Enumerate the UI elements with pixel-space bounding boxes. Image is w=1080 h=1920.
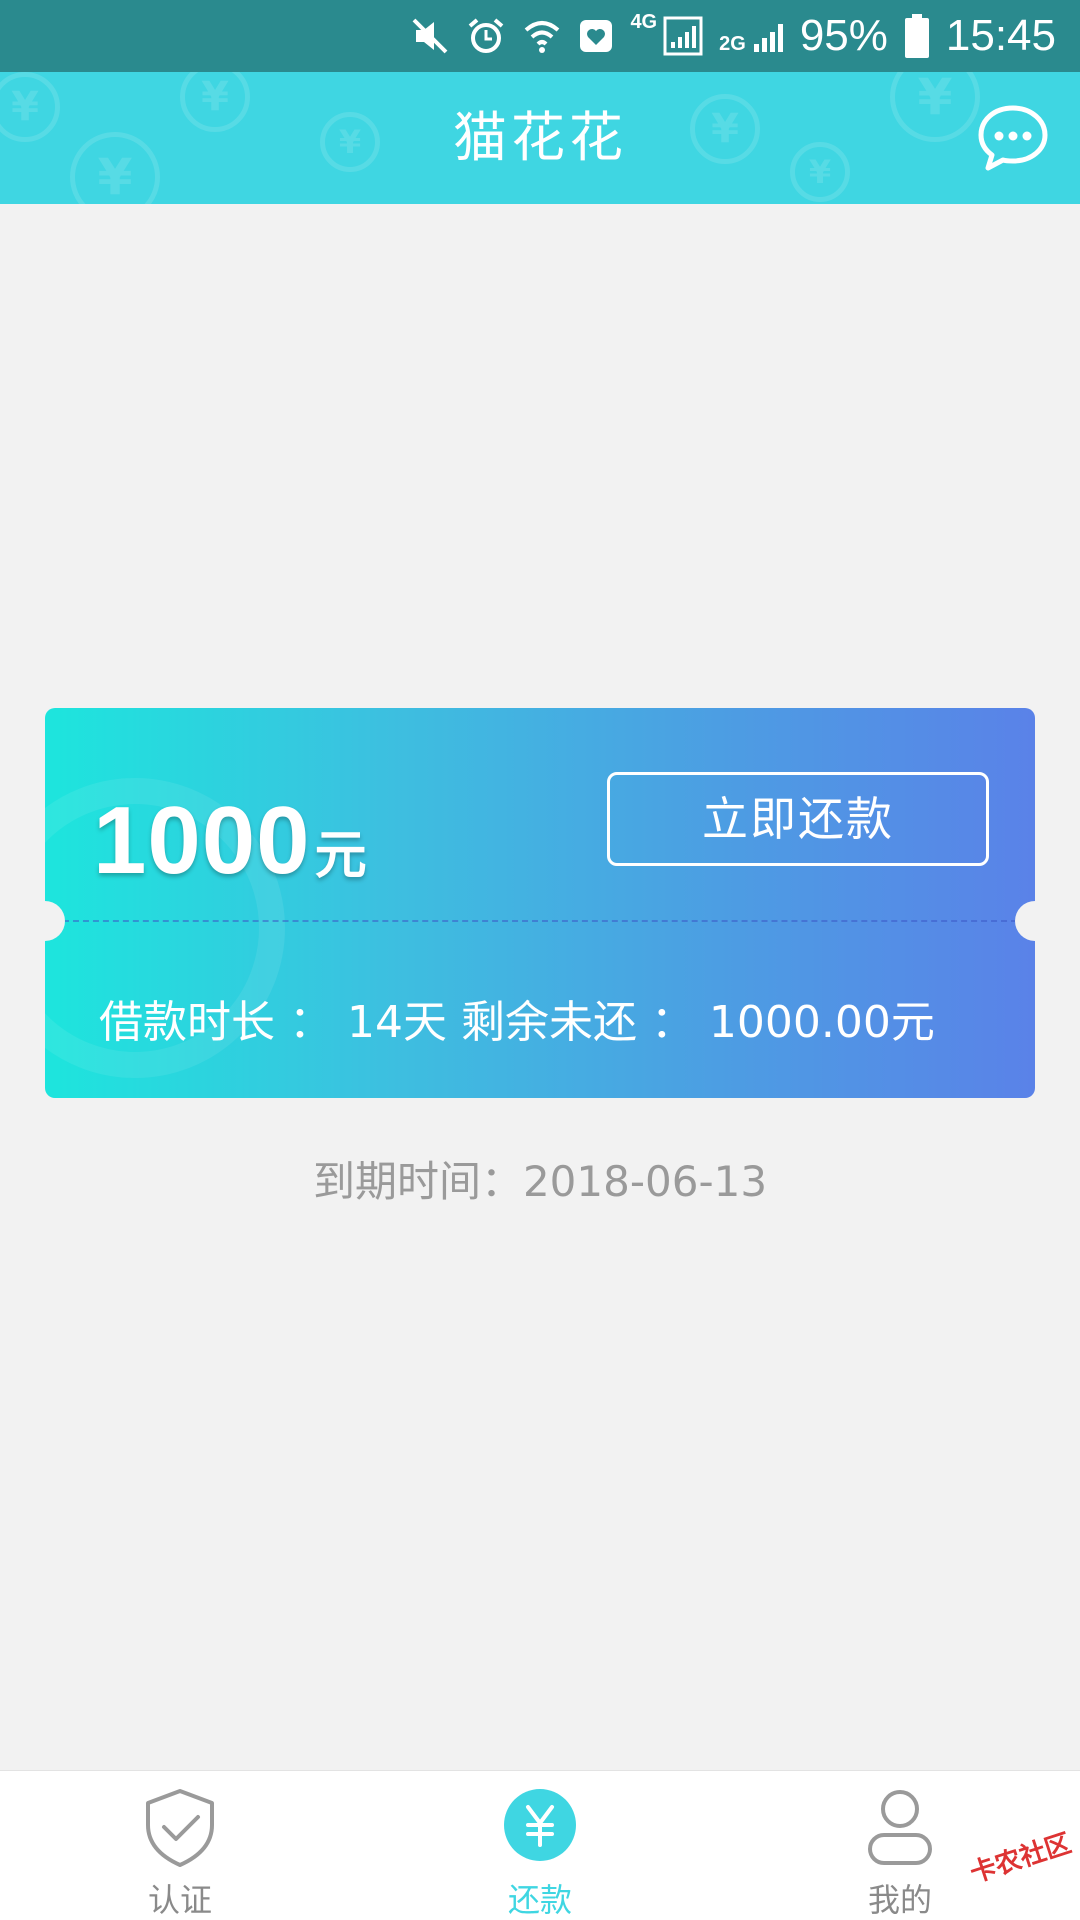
battery-icon: [904, 14, 930, 58]
dashed-divider: [63, 920, 1017, 922]
clock: 15:45: [945, 11, 1056, 60]
nav-item-mine[interactable]: 我的: [800, 1771, 1000, 1920]
network-2g-label: 2G: [719, 32, 746, 55]
loan-amount-value: 1000: [93, 787, 311, 894]
page-title: 猫花花: [453, 106, 627, 169]
signal-2g-icon: [752, 16, 784, 56]
due-date: 到期时间：2018-06-13: [312, 1157, 768, 1206]
shield-check-icon: [146, 1789, 214, 1867]
loan-amount: 1000元: [93, 786, 367, 896]
loan-amount-unit: 元: [314, 827, 367, 885]
mute-icon: [410, 16, 450, 56]
network-4g-label: 4G: [630, 10, 658, 33]
card-notch-right: [1015, 901, 1035, 941]
chat-bubble-icon: [978, 105, 1048, 171]
health-icon: [578, 18, 614, 54]
nav-item-repay[interactable]: 还款: [440, 1771, 640, 1920]
nav-label-auth: 认证: [147, 1881, 212, 1919]
nav-item-auth[interactable]: 认证: [80, 1771, 280, 1920]
user-icon: [868, 1790, 932, 1865]
app-header: ¥ ¥ ¥ ¥ ¥ ¥ ¥ 猫花花: [0, 72, 1080, 204]
chat-button[interactable]: [976, 102, 1050, 176]
nav-label-repay: 还款: [507, 1881, 572, 1919]
repay-now-button[interactable]: 立即还款: [607, 772, 989, 866]
status-bar: 4G 2G 95% 15:45: [0, 0, 1080, 72]
wifi-icon: [522, 16, 562, 56]
battery-percent: 95%: [799, 11, 888, 60]
nav-label-mine: 我的: [867, 1881, 932, 1919]
signal-4g-icon: [663, 16, 703, 56]
loan-card: 1000元 立即还款 借款时长 ： 14天 剩余未还 ： 1000.00元: [45, 708, 1035, 1098]
loan-detail: 借款时长 ： 14天 剩余未还 ： 1000.00元: [99, 997, 935, 1048]
yuan-coin-icon: [504, 1789, 576, 1861]
bottom-nav: 认证 还款 我的: [0, 1770, 1080, 1920]
alarm-icon: [466, 16, 506, 56]
